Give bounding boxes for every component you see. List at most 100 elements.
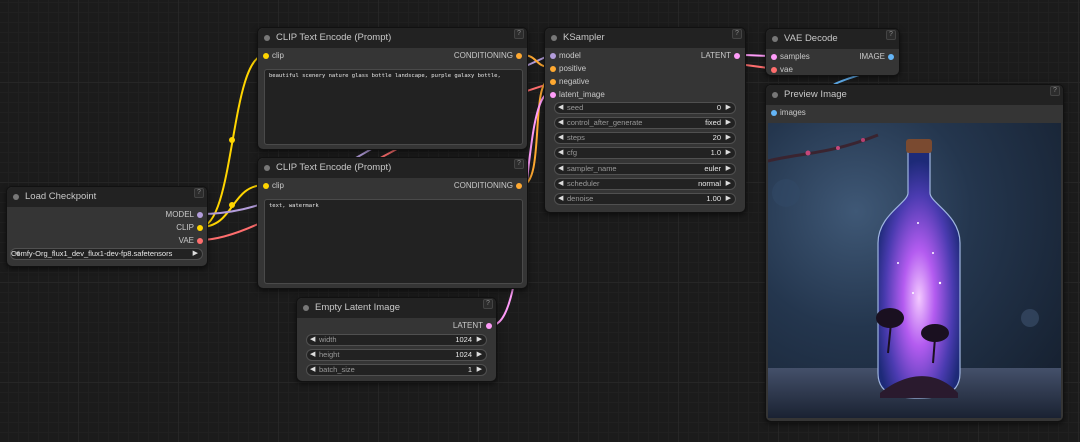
- batch-size-widget[interactable]: ◀ batch_size 1 ▶: [306, 364, 487, 376]
- load-checkpoint-node[interactable]: Load Checkpoint ? MODEL CLIP VAE ◀ Comfy…: [6, 186, 208, 267]
- help-icon[interactable]: ?: [483, 299, 493, 309]
- node-title[interactable]: Load Checkpoint ?: [7, 187, 207, 207]
- collapse-dot-icon[interactable]: [303, 305, 309, 311]
- slot-dot-icon[interactable]: [486, 323, 492, 329]
- slot-dot-icon[interactable]: [734, 53, 740, 59]
- help-icon[interactable]: ?: [514, 159, 524, 169]
- slot-label: CLIP: [176, 223, 194, 232]
- prompt-textarea[interactable]: text, watermark: [264, 199, 523, 284]
- slot-dot-icon[interactable]: [550, 92, 556, 98]
- preview-output-image[interactable]: [768, 123, 1061, 418]
- arrow-left-icon[interactable]: ◀: [558, 164, 563, 174]
- slot-dot-icon[interactable]: [263, 53, 269, 59]
- arrow-left-icon[interactable]: ◀: [558, 118, 563, 128]
- arrow-right-icon[interactable]: ▶: [726, 118, 731, 128]
- image-output-slot[interactable]: IMAGE: [859, 52, 894, 62]
- preview-image-node[interactable]: Preview Image ? images: [765, 84, 1064, 422]
- width-widget[interactable]: ◀ width 1024 ▶: [306, 334, 487, 346]
- arrow-left-icon[interactable]: ◀: [310, 335, 315, 345]
- collapse-dot-icon[interactable]: [551, 35, 557, 41]
- seed-widget[interactable]: ◀ seed 0 ▶: [554, 102, 736, 114]
- arrow-right-icon[interactable]: ▶: [193, 249, 198, 259]
- arrow-left-icon[interactable]: ◀: [558, 148, 563, 158]
- slot-dot-icon[interactable]: [771, 54, 777, 60]
- latent-output-slot[interactable]: LATENT: [701, 51, 740, 61]
- control-after-generate-widget[interactable]: ◀ control_after_generate fixed ▶: [554, 117, 736, 129]
- node-title[interactable]: KSampler ?: [545, 28, 745, 48]
- collapse-dot-icon[interactable]: [264, 35, 270, 41]
- clip-text-encode-negative-node[interactable]: CLIP Text Encode (Prompt) ? clip CONDITI…: [257, 157, 528, 289]
- latent-image-input-slot[interactable]: latent_image: [550, 90, 605, 100]
- slot-dot-icon[interactable]: [771, 110, 777, 116]
- arrow-right-icon[interactable]: ▶: [726, 164, 731, 174]
- arrow-left-icon[interactable]: ◀: [558, 103, 563, 113]
- slot-dot-icon[interactable]: [550, 79, 556, 85]
- arrow-right-icon[interactable]: ▶: [726, 148, 731, 158]
- arrow-right-icon[interactable]: ▶: [726, 179, 731, 189]
- slot-dot-icon[interactable]: [197, 212, 203, 218]
- model-input-slot[interactable]: model: [550, 51, 581, 61]
- cfg-widget[interactable]: ◀ cfg 1.0 ▶: [554, 147, 736, 159]
- vae-output-slot[interactable]: VAE: [179, 236, 203, 246]
- arrow-right-icon[interactable]: ▶: [726, 103, 731, 113]
- samples-input-slot[interactable]: samples: [771, 52, 810, 62]
- clip-input-slot[interactable]: clip: [263, 181, 284, 191]
- slot-dot-icon[interactable]: [197, 238, 203, 244]
- arrow-left-icon[interactable]: ◀: [558, 179, 563, 189]
- vae-decode-node[interactable]: VAE Decode ? samples vae IMAGE: [765, 28, 900, 76]
- node-title[interactable]: Preview Image ?: [766, 85, 1063, 105]
- node-title[interactable]: CLIP Text Encode (Prompt) ?: [258, 158, 527, 178]
- help-icon[interactable]: ?: [732, 29, 742, 39]
- slot-dot-icon[interactable]: [516, 53, 522, 59]
- ckpt-name-combo[interactable]: ◀ Comfy-Org_flux1_dev_flux1-dev-fp8.safe…: [10, 248, 203, 260]
- arrow-right-icon[interactable]: ▶: [726, 133, 731, 143]
- vae-input-slot[interactable]: vae: [771, 65, 793, 75]
- node-title[interactable]: Empty Latent Image ?: [297, 298, 496, 318]
- widget-label: steps: [567, 133, 585, 142]
- arrow-left-icon[interactable]: ◀: [310, 365, 315, 375]
- help-icon[interactable]: ?: [514, 29, 524, 39]
- help-icon[interactable]: ?: [886, 30, 896, 40]
- images-input-slot[interactable]: images: [771, 108, 806, 118]
- latent-output-slot[interactable]: LATENT: [453, 321, 492, 331]
- conditioning-output-slot[interactable]: CONDITIONING: [454, 181, 522, 191]
- scheduler-widget[interactable]: ◀ scheduler normal ▶: [554, 178, 736, 190]
- arrow-left-icon[interactable]: ◀: [558, 133, 563, 143]
- positive-input-slot[interactable]: positive: [550, 64, 586, 74]
- height-widget[interactable]: ◀ height 1024 ▶: [306, 349, 487, 361]
- arrow-left-icon[interactable]: ◀: [310, 350, 315, 360]
- empty-latent-image-node[interactable]: Empty Latent Image ? LATENT ◀ width 1024…: [296, 297, 497, 382]
- collapse-dot-icon[interactable]: [264, 165, 270, 171]
- steps-widget[interactable]: ◀ steps 20 ▶: [554, 132, 736, 144]
- collapse-dot-icon[interactable]: [13, 194, 19, 200]
- help-icon[interactable]: ?: [1050, 86, 1060, 96]
- node-title[interactable]: CLIP Text Encode (Prompt) ?: [258, 28, 527, 48]
- ksampler-node[interactable]: KSampler ? model positive negative laten…: [544, 27, 746, 213]
- arrow-left-icon[interactable]: ◀: [558, 194, 563, 204]
- arrow-right-icon[interactable]: ▶: [726, 194, 731, 204]
- slot-dot-icon[interactable]: [771, 67, 777, 73]
- slot-dot-icon[interactable]: [550, 66, 556, 72]
- collapse-dot-icon[interactable]: [772, 36, 778, 42]
- slot-dot-icon[interactable]: [197, 225, 203, 231]
- arrow-right-icon[interactable]: ▶: [477, 335, 482, 345]
- slot-dot-icon[interactable]: [888, 54, 894, 60]
- model-output-slot[interactable]: MODEL: [166, 210, 203, 220]
- denoise-widget[interactable]: ◀ denoise 1.00 ▶: [554, 193, 736, 205]
- clip-text-encode-positive-node[interactable]: CLIP Text Encode (Prompt) ? clip CONDITI…: [257, 27, 528, 150]
- help-icon[interactable]: ?: [194, 188, 204, 198]
- clip-output-slot[interactable]: CLIP: [176, 223, 203, 233]
- slot-dot-icon[interactable]: [263, 183, 269, 189]
- node-title-text: Load Checkpoint: [25, 191, 97, 202]
- prompt-textarea[interactable]: beautiful scenery nature glass bottle la…: [264, 69, 523, 145]
- slot-dot-icon[interactable]: [550, 53, 556, 59]
- collapse-dot-icon[interactable]: [772, 92, 778, 98]
- node-title[interactable]: VAE Decode ?: [766, 29, 899, 49]
- negative-input-slot[interactable]: negative: [550, 77, 589, 87]
- clip-input-slot[interactable]: clip: [263, 51, 284, 61]
- slot-dot-icon[interactable]: [516, 183, 522, 189]
- arrow-right-icon[interactable]: ▶: [477, 365, 482, 375]
- arrow-right-icon[interactable]: ▶: [477, 350, 482, 360]
- conditioning-output-slot[interactable]: CONDITIONING: [454, 51, 522, 61]
- sampler-name-widget[interactable]: ◀ sampler_name euler ▶: [554, 163, 736, 175]
